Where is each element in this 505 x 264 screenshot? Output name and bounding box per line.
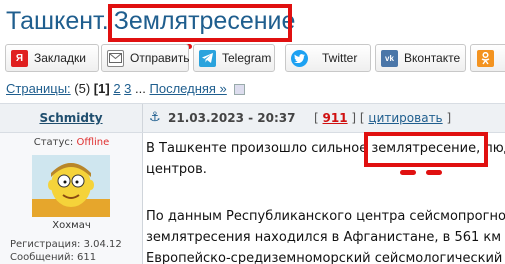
author-rank: Хохмач: [52, 220, 91, 231]
share-email-button[interactable]: Отправить: [101, 44, 190, 72]
anchor-icon[interactable]: ⚓: [149, 110, 161, 125]
post-text-line: центров.: [146, 162, 207, 177]
share-label: Вконтакте: [404, 51, 461, 65]
twitter-bird-icon: [291, 49, 308, 67]
registration-date: Регистрация: 3.04.12: [10, 239, 122, 250]
share-telegram-button[interactable]: Telegram: [193, 44, 275, 72]
share-bar: Я Закладки Отправить Telegram Twitter vk…: [0, 44, 505, 72]
post-date: 21.03.2023 - 20:37: [168, 111, 296, 125]
quote-link[interactable]: цитировать: [368, 111, 442, 125]
page-link-2[interactable]: 2: [113, 81, 120, 96]
share-vk-button[interactable]: vk Вконтакте: [375, 44, 466, 72]
page-jump-icon[interactable]: [234, 84, 246, 96]
post-meta: [ 911 ] [ цитировать ]: [314, 111, 451, 125]
title-city: Ташкент.: [6, 7, 109, 35]
yandex-icon: Я: [11, 49, 28, 67]
bracket: [: [314, 111, 319, 125]
pages-link[interactable]: Страницы:: [6, 81, 71, 96]
share-label: Закладки: [34, 51, 86, 65]
author-column: Статус: Offline Хохмач Регистрация: 3.04…: [0, 133, 143, 264]
status-value: Offline: [76, 137, 110, 148]
post-text-line: землятресения находился в Афганистане, в…: [146, 230, 502, 245]
post-text-line: Европейско-средиземноморский сейсмологич…: [146, 251, 503, 264]
share-twitter-button[interactable]: Twitter: [285, 44, 371, 72]
author-status: Статус: Offline: [0, 137, 143, 148]
avatar: [32, 155, 110, 217]
share-label: Telegram: [222, 51, 272, 65]
author-header: Schmidty: [0, 104, 143, 132]
highlight-box-title: [108, 4, 292, 42]
share-bookmarks-button[interactable]: Я Закладки: [5, 44, 99, 72]
vk-icon: vk: [381, 49, 398, 67]
author-stats: Регистрация: 3.04.12 Сообщений: 611: [10, 238, 122, 264]
highlight-dash: [426, 170, 442, 175]
post-number-link[interactable]: 911: [323, 111, 348, 125]
bracket: ] [: [351, 111, 365, 125]
pages-ellipsis: ...: [135, 81, 146, 96]
post-text-line: По данным Республиканского центра сейсмо…: [146, 209, 505, 224]
highlight-dash: [400, 170, 416, 175]
status-label: Статус:: [33, 137, 74, 148]
telegram-icon: [199, 49, 216, 67]
author-name-link[interactable]: Schmidty: [39, 111, 102, 125]
bracket: ]: [446, 111, 452, 125]
current-page: [1]: [93, 81, 110, 96]
highlight-box-keyword: [364, 132, 488, 167]
last-page-link[interactable]: Последняя »: [150, 81, 227, 96]
share-label: Отправить: [130, 51, 190, 65]
share-odnoklassniki-button[interactable]: [470, 44, 505, 72]
post-header: Schmidty ⚓ 21.03.2023 - 20:37 [ 911 ] [ …: [0, 103, 505, 133]
odnoklassniki-icon: [477, 49, 494, 67]
pagination: Страницы: (5) [1] 2 3 ... Последняя »: [6, 81, 246, 96]
page-link-3[interactable]: 3: [124, 81, 131, 96]
share-label: Twitter: [322, 51, 358, 65]
messages-count: Сообщений: 611: [10, 252, 97, 263]
pages-count: (5): [74, 81, 91, 96]
envelope-icon: [107, 49, 124, 67]
